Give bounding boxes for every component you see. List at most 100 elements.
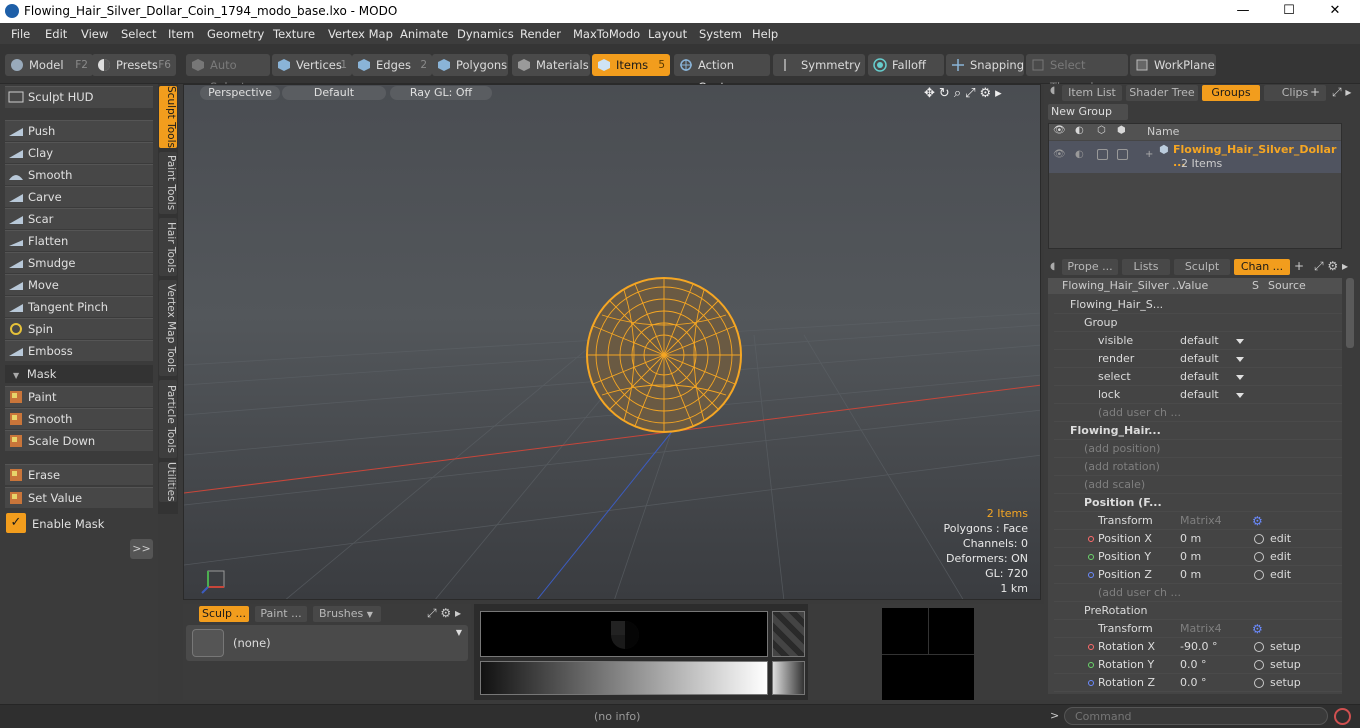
channel-value[interactable]: default (1180, 368, 1219, 386)
keyframe-state-icon[interactable] (1254, 678, 1264, 688)
viewport-nav-icons[interactable]: ✥↻⌕⤢⚙▸ (924, 86, 1006, 101)
menu-help[interactable]: Help (752, 27, 778, 41)
tool-carve[interactable]: Carve (5, 186, 153, 207)
tab-particle-tools[interactable]: Particle Tools (159, 380, 177, 458)
enable-mask-checkbox[interactable]: ✓ (6, 513, 26, 533)
3d-viewport[interactable]: Perspective Default Ray GL: Off ✥↻⌕⤢⚙▸ 2… (183, 84, 1041, 600)
channel-row[interactable]: lock default (1054, 386, 1342, 404)
mask-smooth[interactable]: Smooth (5, 408, 153, 429)
action-center-button[interactable]: Action Center (674, 54, 770, 94)
mask-section-header[interactable]: ▼ Mask (5, 365, 153, 383)
edges-button[interactable]: Edges 2 (352, 54, 432, 76)
channel-row[interactable]: PreRotation (1054, 602, 1342, 620)
channel-row[interactable]: Position (F... (1054, 494, 1342, 512)
menu-edit[interactable]: Edit (45, 27, 67, 41)
menu-layout[interactable]: Layout (648, 27, 687, 41)
perspective-button[interactable]: Perspective (200, 86, 280, 100)
channel-row[interactable]: select default (1054, 368, 1342, 386)
channel-value[interactable]: 0.0 ° (1180, 656, 1207, 674)
channel-value[interactable]: Matrix4 (1180, 620, 1222, 638)
tool-smooth[interactable]: Smooth (5, 164, 153, 185)
expand-plus-icon[interactable]: + (1145, 149, 1153, 160)
panel-options-icons[interactable]: ⤢ ⚙ ▸ (427, 606, 461, 621)
coin-wireframe[interactable] (586, 277, 742, 433)
channel-row[interactable]: Transform Matrix4 ⚙ (1054, 512, 1342, 530)
rotate-icon[interactable]: ↻ (939, 86, 954, 101)
menu-geometry[interactable]: Geometry (207, 27, 264, 41)
panel-menu-icon[interactable]: ◖ (1050, 85, 1055, 96)
group-visible-toggle[interactable]: 👁 (1053, 149, 1066, 160)
sculpt-hud-button[interactable]: Sculpt HUD (5, 86, 153, 108)
channel-value[interactable]: 0 m (1180, 530, 1201, 548)
tool-clay[interactable]: Clay (5, 142, 153, 163)
expand-arrow-icon[interactable]: ▸ (995, 86, 1006, 101)
channels-scrollbar[interactable] (1346, 278, 1354, 348)
channels-panel-icons[interactable]: ⤢ ⚙ ▸ (1314, 259, 1348, 274)
auto-select-button[interactable]: Auto Select (186, 54, 270, 94)
tool-move[interactable]: Move (5, 274, 153, 295)
tab-sculpt-props[interactable]: Sculpt (1174, 259, 1230, 275)
menu-file[interactable]: File (11, 27, 30, 41)
vertices-button[interactable]: Vertices 1 (272, 54, 352, 76)
transform-gear-icon[interactable]: ⚙ (1252, 512, 1263, 530)
mask-paint[interactable]: Paint (5, 386, 153, 407)
tab-brushes[interactable]: Brushes ▼ (313, 606, 381, 622)
brush-gradient-thumb[interactable] (772, 661, 805, 695)
keyframe-state-icon[interactable] (1254, 552, 1264, 562)
more-button[interactable]: >> (130, 539, 153, 559)
workplane-button[interactable]: WorkPlane (1130, 54, 1216, 76)
record-icon[interactable] (1334, 708, 1351, 725)
falloff-button[interactable]: Falloff (868, 54, 944, 76)
channel-row[interactable]: Rotation X -90.0 ° setup (1054, 638, 1342, 656)
polygons-button[interactable]: Polygons (432, 54, 508, 76)
command-input[interactable] (1064, 707, 1328, 725)
channel-row[interactable]: Flowing_Hair_S... (1054, 296, 1342, 314)
tab-paint[interactable]: Paint ... (255, 606, 307, 622)
menu-view[interactable]: View (81, 27, 108, 41)
brush-selector[interactable]: (none) ▼ (186, 625, 468, 661)
tab-shader-tree[interactable]: Shader Tree (1126, 85, 1198, 101)
add-tab-icon[interactable]: + (1310, 85, 1320, 99)
group-row[interactable]: 👁 ◐ + ⬢ Flowing_Hair_Silver_Dollar ... 2… (1049, 141, 1341, 173)
symmetry-button[interactable]: Symmetry (773, 54, 865, 76)
raygl-button[interactable]: Ray GL: Off (390, 86, 492, 100)
channel-row[interactable]: Flowing_Hair... (1054, 422, 1342, 440)
channel-row[interactable]: Group (1054, 314, 1342, 332)
channel-value[interactable]: Matrix4 (1180, 512, 1222, 530)
channel-row[interactable]: (add user ch ... (1054, 404, 1342, 422)
group-lock-checkbox[interactable] (1097, 149, 1108, 160)
channel-row[interactable]: Position Y 0 m edit (1054, 548, 1342, 566)
menu-animate[interactable]: Animate (400, 27, 448, 41)
group-render-toggle[interactable]: ◐ (1075, 149, 1084, 160)
channel-row[interactable]: visible default (1054, 332, 1342, 350)
panel-expand-icons[interactable]: ⤢ ▸ (1332, 85, 1351, 100)
menu-render[interactable]: Render (520, 27, 561, 41)
tab-channels[interactable]: Chan ... (1234, 259, 1290, 275)
value-dropdown-icon[interactable] (1236, 357, 1244, 362)
tool-tangent-pinch[interactable]: Tangent Pinch (5, 296, 153, 317)
keyframe-state-icon[interactable] (1254, 660, 1264, 670)
tab-lists[interactable]: Lists (1122, 259, 1170, 275)
new-group-button[interactable]: New Group (1048, 104, 1128, 120)
keyframe-state-icon[interactable] (1254, 570, 1264, 580)
tool-spin[interactable]: Spin (5, 318, 153, 339)
menu-system[interactable]: System (699, 27, 742, 41)
brush-texture-thumb[interactable] (772, 611, 805, 657)
materials-button[interactable]: Materials (512, 54, 590, 76)
close-button[interactable]: ✕ (1312, 0, 1358, 23)
channel-row[interactable]: (add position) (1054, 440, 1342, 458)
channel-value[interactable]: default (1180, 350, 1219, 368)
tool-scar[interactable]: Scar (5, 208, 153, 229)
channel-value[interactable]: 0 m (1180, 566, 1201, 584)
channels-panel-menu-icon[interactable]: ◖ (1050, 261, 1055, 272)
tool-emboss[interactable]: Emboss (5, 340, 153, 361)
keyframe-state-icon[interactable] (1254, 642, 1264, 652)
add-panel-tab-icon[interactable]: + (1294, 259, 1304, 273)
maximize-button[interactable]: ☐ (1266, 0, 1312, 23)
select-through-button[interactable]: Select Through (1026, 54, 1128, 94)
channel-value[interactable]: default (1180, 386, 1219, 404)
value-dropdown-icon[interactable] (1236, 375, 1244, 380)
fit-icon[interactable]: ⤢ (965, 86, 979, 101)
pan-icon[interactable]: ✥ (924, 86, 939, 101)
set-value-button[interactable]: Set Value (5, 487, 153, 508)
